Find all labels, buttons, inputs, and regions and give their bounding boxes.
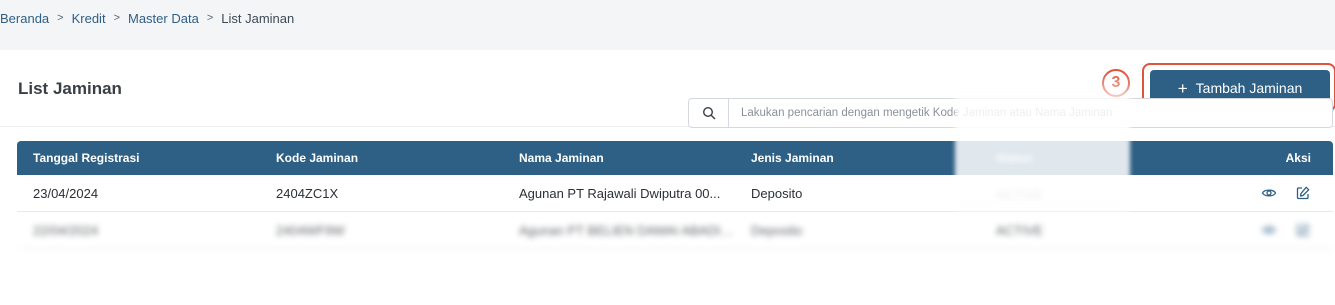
table-header: Tanggal Registrasi Kode Jaminan Nama Jam… [17,141,1333,175]
header-kode-jaminan: Kode Jaminan [276,151,359,165]
add-jaminan-label: Tambah Jaminan [1195,80,1303,96]
cell-tanggal: 22/04/2024 [33,222,99,238]
breadcrumb-separator: > [57,12,64,24]
search-icon[interactable] [689,99,729,127]
cell-aksi [1210,185,1333,201]
breadcrumb-list-jaminan: List Jaminan [221,10,295,26]
table-row[interactable]: 22/04/2024 2404WF9W Agunan PT BELIEN DAM… [17,212,1333,249]
cell-kode: 2404WF9W [276,222,345,238]
cell-kode: 2404ZC1X [276,185,339,201]
cell-nama: Agunan PT Rajawali Dwiputra 00... [519,185,721,201]
edit-icon[interactable] [1295,185,1311,201]
cell-nama: Agunan PT BELIEN DAMAI ABADI S... [519,222,735,238]
breadcrumb-separator: > [206,12,214,24]
breadcrumb-kredit[interactable]: Kredit [72,11,106,26]
eye-icon[interactable] [1261,222,1277,238]
header-nama-jaminan: Nama Jaminan [519,151,604,165]
eye-icon[interactable] [1261,185,1277,201]
cell-status-value: ACTIVE [996,185,1043,201]
cell-jenis: Deposito [751,185,803,201]
header-status-label: Status [996,151,1033,165]
breadcrumb-separator: > [113,12,120,24]
page-title: List Jaminan [18,79,122,98]
cell-status-value: ACTIVE [996,222,1043,238]
breadcrumb-beranda[interactable]: Beranda [0,11,49,26]
header-jenis-jaminan: Jenis Jaminan [751,151,834,165]
search-box [688,98,1333,128]
cell-aksi [1210,222,1333,238]
header-status: Status [980,151,1210,165]
breadcrumb-master-data[interactable]: Master Data [128,11,199,26]
jaminan-table: Tanggal Registrasi Kode Jaminan Nama Jam… [17,141,1333,249]
step-badge: 3 [1102,69,1130,97]
plus-icon: + [1177,78,1188,98]
cell-status: ACTIVE [980,223,1210,238]
table-row[interactable]: 23/04/2024 2404ZC1X Agunan PT Rajawali D… [17,175,1333,212]
search-input[interactable] [729,99,1332,127]
breadcrumb: Beranda > Kredit > Master Data > List Ja… [0,0,294,36]
header-aksi: Aksi [1285,151,1311,165]
edit-icon[interactable] [1295,222,1311,238]
cell-tanggal: 23/04/2024 [33,185,99,201]
header-tanggal-registrasi: Tanggal Registrasi [33,151,140,165]
cell-status: ACTIVE [980,186,1210,201]
cell-jenis: Deposito [751,222,803,238]
